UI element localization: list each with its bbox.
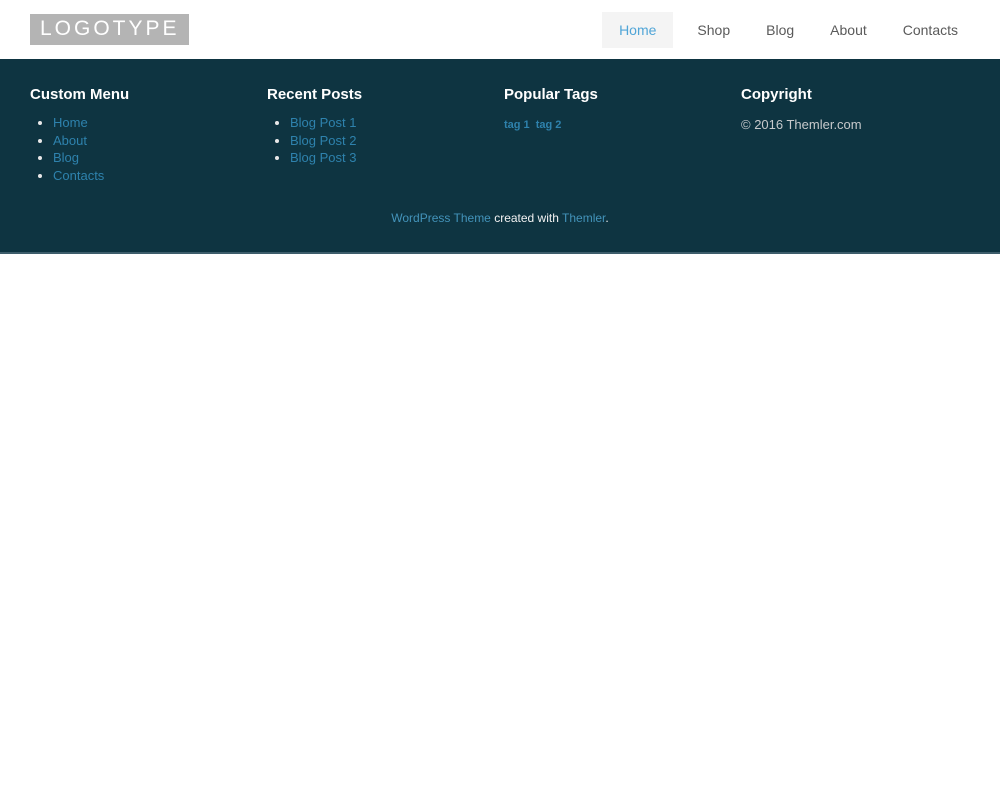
tag-link-1[interactable]: tag 1: [504, 119, 530, 131]
site-logo[interactable]: LOGOTYPE: [30, 14, 189, 45]
footer-link-contacts[interactable]: Contacts: [53, 168, 104, 183]
page: LOGOTYPE Home Shop Blog About Contacts C…: [0, 0, 1000, 802]
tag-cloud: tag 1 tag 2: [504, 119, 741, 131]
list-item: Blog Post 3: [290, 149, 504, 167]
list-item: About: [53, 132, 267, 150]
custom-menu-list: Home About Blog Contacts: [30, 114, 267, 184]
list-item: Blog: [53, 149, 267, 167]
tag-link-2[interactable]: tag 2: [536, 119, 562, 131]
footer-custom-menu: Custom Menu Home About Blog Contacts: [30, 86, 267, 184]
nav-item-contacts[interactable]: Contacts: [891, 12, 970, 48]
nav-item-about[interactable]: About: [818, 12, 879, 48]
footer-link-blog[interactable]: Blog: [53, 150, 79, 165]
wordpress-theme-link[interactable]: WordPress Theme: [391, 211, 491, 225]
footer-recent-posts: Recent Posts Blog Post 1 Blog Post 2 Blo…: [267, 86, 504, 184]
list-item: Blog Post 2: [290, 132, 504, 150]
footer-link-home[interactable]: Home: [53, 115, 88, 130]
credit-text: created with: [491, 211, 562, 225]
footer-link-about[interactable]: About: [53, 133, 87, 148]
footer-columns: Custom Menu Home About Blog Contacts Rec…: [0, 86, 1000, 184]
list-item: Home: [53, 114, 267, 132]
themler-link[interactable]: Themler: [562, 211, 605, 225]
recent-posts-list: Blog Post 1 Blog Post 2 Blog Post 3: [267, 114, 504, 167]
list-item: Contacts: [53, 167, 267, 185]
nav-item-shop[interactable]: Shop: [685, 12, 742, 48]
footer-popular-tags: Popular Tags tag 1 tag 2: [504, 86, 741, 184]
recent-post-link-1[interactable]: Blog Post 1: [290, 115, 357, 130]
custom-menu-title: Custom Menu: [30, 86, 267, 103]
main-nav: Home Shop Blog About Contacts: [590, 12, 970, 48]
site-footer: Custom Menu Home About Blog Contacts Rec…: [0, 59, 1000, 254]
copyright-text: © 2016 Themler.com: [741, 117, 978, 132]
footer-credit: WordPress Theme created with Themler.: [0, 211, 1000, 225]
list-item: Blog Post 1: [290, 114, 504, 132]
site-header: LOGOTYPE Home Shop Blog About Contacts: [0, 0, 1000, 59]
copyright-title: Copyright: [741, 86, 978, 103]
recent-posts-title: Recent Posts: [267, 86, 504, 103]
credit-suffix: .: [605, 211, 608, 225]
popular-tags-title: Popular Tags: [504, 86, 741, 103]
footer-copyright: Copyright © 2016 Themler.com: [741, 86, 978, 184]
recent-post-link-2[interactable]: Blog Post 2: [290, 133, 357, 148]
nav-item-blog[interactable]: Blog: [754, 12, 806, 48]
recent-post-link-3[interactable]: Blog Post 3: [290, 150, 357, 165]
nav-item-home[interactable]: Home: [602, 12, 673, 48]
